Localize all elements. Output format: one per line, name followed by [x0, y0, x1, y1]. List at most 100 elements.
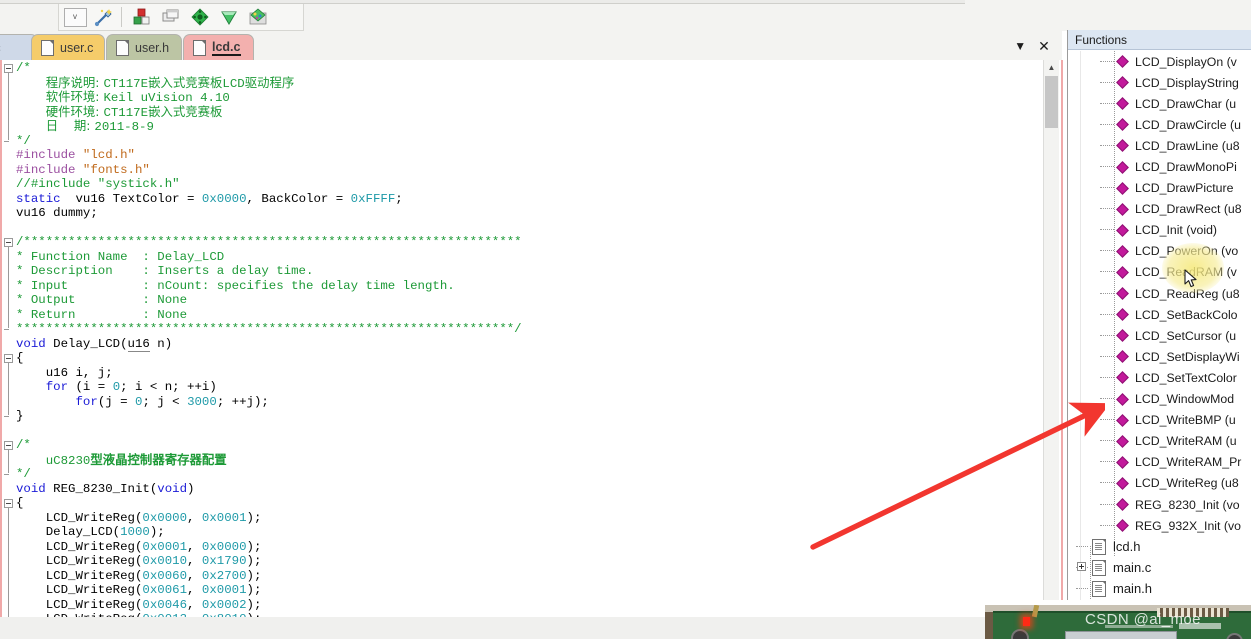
- function-diamond-icon: [1116, 455, 1129, 469]
- tree-item-function[interactable]: LCD_SetTextColor: [1068, 367, 1251, 388]
- tree-item-function[interactable]: LCD_WriteBMP (u: [1068, 410, 1251, 431]
- fold-toggle[interactable]: [4, 237, 13, 247]
- tree-item-function[interactable]: LCD_WindowMod: [1068, 389, 1251, 410]
- tree-item-function[interactable]: LCD_DrawLine (u8: [1068, 135, 1251, 156]
- tab-list-dropdown-icon[interactable]: ▼: [1014, 40, 1026, 52]
- scroll-up-arrow-icon[interactable]: ▲: [1044, 60, 1059, 75]
- fold-rail: [8, 247, 9, 328]
- code-editor[interactable]: /* 程序说明: CT117E嵌入式竞赛板LCD驱动程序 软件环境: Keil …: [0, 60, 1063, 639]
- tree-item-function[interactable]: LCD_DisplayString: [1068, 72, 1251, 93]
- expand-plus-icon[interactable]: [1077, 562, 1086, 572]
- tree-item-function[interactable]: LCD_Init (void): [1068, 220, 1251, 241]
- file-icon: [1092, 538, 1106, 555]
- code-line: LCD_WriteReg(0x0010, 0x1790);: [16, 554, 262, 568]
- code-line: uC8230型液晶控制器寄存器配置: [45, 451, 227, 468]
- code-line: 软件环境: Keil uVision 4.10: [45, 89, 230, 105]
- tree-item-label: LCD_SetDisplayWi: [1135, 349, 1240, 364]
- editor-vertical-scrollbar[interactable]: ▲ ▼: [1043, 60, 1059, 622]
- tree-item-label: LCD_DisplayOn (v: [1135, 54, 1237, 69]
- tree-connector: [1100, 292, 1114, 295]
- close-icon[interactable]: ✕: [1038, 39, 1050, 53]
- tree-connector: [1100, 440, 1114, 442]
- photo-silkscreen-2: [1179, 623, 1221, 629]
- tab-user-h[interactable]: user.h: [106, 34, 182, 60]
- photo-red-led: [1023, 617, 1030, 626]
- tree-item-function[interactable]: LCD_ReadRAM (v: [1068, 262, 1251, 283]
- tree-item-function[interactable]: LCD_DrawPicture: [1068, 178, 1251, 199]
- vertical-scroll-thumb[interactable]: [1045, 76, 1058, 128]
- tab-lcd-c[interactable]: lcd.c: [183, 34, 254, 60]
- fold-toggle[interactable]: [4, 353, 13, 363]
- editor-bottom-strip: [0, 617, 1063, 639]
- fold-toggle[interactable]: [4, 63, 13, 73]
- tree-item-function[interactable]: LCD_WriteReg (u8: [1068, 473, 1251, 494]
- code-line: u16 i, j;: [16, 365, 113, 380]
- fold-end: [4, 329, 9, 330]
- code-line: 程序说明: CT117E嵌入式竞赛板LCD驱动程序: [45, 74, 295, 91]
- function-diamond-icon: [1116, 223, 1129, 237]
- tab-bar-controls: ▼ ✕: [1003, 33, 1061, 58]
- function-diamond-icon: [1116, 181, 1129, 195]
- tree-item-file[interactable]: lcd.h: [1068, 536, 1251, 557]
- tree-connector: [1100, 81, 1114, 84]
- function-diamond-icon: [1116, 308, 1129, 322]
- tree-item-function[interactable]: LCD_DrawChar (u: [1068, 93, 1251, 114]
- fold-toggle[interactable]: [4, 498, 13, 508]
- tree-item-function[interactable]: REG_8230_Init (vo: [1068, 494, 1251, 515]
- tab-user-c[interactable]: user.c: [31, 34, 105, 60]
- code-line: * Input : nCount: specifies the delay ti…: [16, 278, 455, 293]
- tree-item-function[interactable]: LCD_DrawRect (u8: [1068, 199, 1251, 220]
- tree-item-function[interactable]: LCD_PowerOn (vo: [1068, 241, 1251, 262]
- code-line: }: [16, 409, 24, 423]
- code-line: ****************************************…: [16, 322, 522, 336]
- tree-connector: [1100, 229, 1114, 231]
- tree-connector: [1100, 461, 1114, 463]
- tree-item-function[interactable]: LCD_DrawCircle (u: [1068, 114, 1251, 135]
- tree-item-label: LCD_ReadReg (u8: [1135, 286, 1240, 301]
- manage-windows-icon[interactable]: [158, 6, 184, 28]
- tree-item-label: LCD_DrawPicture: [1135, 181, 1234, 196]
- function-diamond-icon: [1116, 266, 1129, 279]
- tree-item-label: LCD_DrawRect (u8: [1135, 202, 1242, 217]
- tree-item-label: LCD_WriteReg (u8: [1135, 476, 1239, 491]
- fold-rail: [8, 363, 9, 415]
- tree-item-label: LCD_SetTextColor: [1135, 370, 1237, 385]
- tree-connector: [1100, 482, 1114, 484]
- tree-item-function[interactable]: LCD_DrawMonoPi: [1068, 156, 1251, 177]
- function-diamond-icon: [1116, 329, 1129, 343]
- tree-item-function[interactable]: LCD_ReadReg (u8: [1068, 283, 1251, 304]
- tree-item-function[interactable]: LCD_WriteRAM (u: [1068, 431, 1251, 452]
- tree-connector: [1100, 376, 1114, 379]
- green-gem-icon[interactable]: [216, 6, 242, 28]
- tree-item-function[interactable]: LCD_DisplayOn (v: [1068, 51, 1251, 72]
- tree-item-file[interactable]: main.h: [1068, 578, 1251, 599]
- fold-toggle[interactable]: [4, 440, 13, 450]
- target-options-icon[interactable]: [129, 6, 155, 28]
- code-line: vu16 dummy;: [16, 206, 98, 220]
- green-package-icon[interactable]: [245, 6, 271, 28]
- green-diamond-icon[interactable]: [187, 6, 213, 28]
- code-fold-gutter[interactable]: [2, 60, 16, 637]
- tree-item-label: main.c: [1113, 560, 1152, 576]
- code-line: */: [16, 133, 31, 148]
- tree-item-function[interactable]: LCD_SetDisplayWi: [1068, 346, 1251, 367]
- code-line: * Function Name : Delay_LCD: [16, 249, 225, 264]
- tree-item-function[interactable]: LCD_SetBackColo: [1068, 304, 1251, 325]
- background-photo: [985, 605, 1251, 639]
- tree-item-function[interactable]: LCD_SetCursor (u: [1068, 325, 1251, 346]
- tree-item-function[interactable]: LCD_WriteRAM_Pr: [1068, 452, 1251, 473]
- tree-item-function[interactable]: REG_932X_Init (vo: [1068, 515, 1251, 536]
- tree-item-file[interactable]: main.c: [1068, 557, 1251, 578]
- build-wizard-icon[interactable]: [91, 6, 117, 28]
- dropdown-combo[interactable]: v: [62, 6, 88, 28]
- code-line: */: [16, 467, 31, 481]
- functions-tree[interactable]: LCD_DisplayOn (v LCD_DisplayString LCD_Dra…: [1068, 51, 1251, 639]
- function-diamond-icon: [1116, 477, 1129, 490]
- chevron-down-icon: v: [73, 12, 77, 21]
- tree-item-label: LCD_WindowMod: [1135, 392, 1235, 407]
- tree-connector: [1076, 587, 1088, 590]
- tree-connector: [1100, 208, 1114, 210]
- code-text-area[interactable]: /* 程序说明: CT117E嵌入式竞赛板LCD驱动程序 软件环境: Keil …: [16, 61, 1033, 621]
- function-diamond-icon: [1116, 434, 1129, 448]
